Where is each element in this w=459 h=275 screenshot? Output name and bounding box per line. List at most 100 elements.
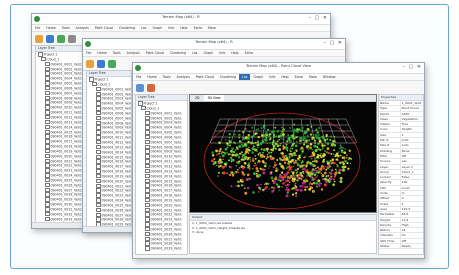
menu-item[interactable]: Analysis: [124, 50, 143, 56]
checkbox-icon[interactable]: [45, 216, 50, 222]
menu-item[interactable]: Window: [320, 74, 339, 80]
checkbox-icon[interactable]: [145, 207, 150, 213]
checkbox-icon[interactable]: [45, 192, 50, 197]
checkbox-icon[interactable]: [145, 178, 150, 183]
window-controls[interactable]: – ▢ ✕: [402, 64, 422, 71]
checkbox-icon[interactable]: [96, 96, 101, 101]
checkbox-icon[interactable]: [45, 148, 50, 154]
checkbox-icon[interactable]: [45, 90, 50, 96]
checkbox-icon[interactable]: [145, 202, 150, 208]
checkbox-icon[interactable]: [89, 77, 94, 82]
checkbox-icon[interactable]: [145, 154, 150, 159]
checkbox-icon[interactable]: [96, 173, 101, 179]
checkbox-icon[interactable]: [45, 66, 50, 72]
checkbox-icon[interactable]: [96, 169, 101, 174]
checkbox-icon[interactable]: [96, 125, 101, 130]
menu-item[interactable]: Analysis: [73, 25, 92, 31]
menu-item[interactable]: Point Cloud: [193, 74, 217, 80]
checkbox-icon[interactable]: [145, 134, 150, 140]
checkbox-icon[interactable]: [145, 115, 150, 121]
checkbox-icon[interactable]: [145, 236, 150, 242]
checkbox-icon[interactable]: [145, 163, 150, 169]
checkbox-icon[interactable]: [45, 110, 50, 115]
menu-item[interactable]: Point Cloud: [143, 50, 167, 56]
checkbox-icon[interactable]: [96, 198, 101, 203]
menu-item[interactable]: Info: [216, 50, 228, 56]
menu-item[interactable]: File: [83, 50, 94, 56]
checkbox-icon[interactable]: [96, 120, 101, 126]
checkbox-icon[interactable]: [96, 193, 101, 198]
checkbox-icon[interactable]: [145, 125, 150, 130]
save-icon[interactable]: [97, 59, 105, 68]
menu-item[interactable]: Info: [266, 74, 278, 80]
checkbox-icon[interactable]: [96, 212, 101, 218]
checkbox-icon[interactable]: [45, 177, 50, 183]
checkbox-icon[interactable]: [145, 188, 150, 193]
menu-item[interactable]: Help: [177, 25, 190, 31]
checkbox-icon[interactable]: [96, 135, 101, 140]
checkbox-icon[interactable]: [96, 183, 101, 189]
checkbox-icon[interactable]: [45, 105, 50, 110]
checkbox-icon[interactable]: [45, 211, 50, 217]
checkbox-icon[interactable]: [96, 130, 101, 135]
checkbox-icon[interactable]: [96, 217, 101, 222]
checkbox-icon[interactable]: [45, 182, 50, 188]
checkbox-icon[interactable]: [145, 197, 150, 203]
checkbox-icon[interactable]: [145, 149, 150, 154]
menu-item[interactable]: Tools: [160, 74, 174, 80]
checkbox-icon[interactable]: [96, 188, 101, 193]
checkbox-icon[interactable]: [145, 159, 150, 164]
layer-icon[interactable]: [108, 59, 116, 68]
menu-item[interactable]: Info: [165, 25, 177, 31]
window-controls[interactable]: – ▢ ✕: [308, 15, 328, 22]
checkbox-icon[interactable]: [145, 222, 150, 227]
menu-item[interactable]: File: [32, 25, 43, 31]
menu-item[interactable]: Graph: [250, 74, 266, 80]
checkbox-icon[interactable]: [45, 124, 50, 130]
checkbox-icon[interactable]: [145, 231, 150, 237]
open-icon[interactable]: [35, 34, 43, 43]
menu-item[interactable]: Point Cloud: [92, 25, 116, 31]
checkbox-icon[interactable]: [96, 154, 101, 159]
checkbox-icon[interactable]: [45, 129, 50, 134]
checkbox-icon[interactable]: [45, 100, 50, 105]
checkbox-icon[interactable]: [145, 139, 150, 145]
menu-item[interactable]: Clustering: [217, 74, 239, 80]
checkbox-icon[interactable]: [38, 52, 43, 57]
point-cloud-canvas[interactable]: [190, 101, 376, 212]
checkbox-icon[interactable]: [45, 163, 50, 168]
menu-item[interactable]: Tools: [59, 25, 73, 31]
tree-item[interactable]: 090401_0029_Veh1: [136, 246, 187, 251]
menu-item[interactable]: Extra: [292, 74, 306, 80]
checkbox-icon[interactable]: [145, 168, 150, 174]
checkbox-icon[interactable]: [96, 101, 101, 106]
checkbox-icon[interactable]: [96, 178, 101, 184]
menu-item[interactable]: Tools: [110, 50, 124, 56]
checkbox-icon[interactable]: [45, 153, 50, 159]
checkbox-icon[interactable]: [96, 144, 101, 150]
checkbox-icon[interactable]: [138, 101, 143, 106]
checkbox-icon[interactable]: [145, 217, 150, 222]
menu-item[interactable]: Home: [144, 74, 159, 80]
save-icon[interactable]: [46, 34, 54, 43]
checkbox-icon[interactable]: [45, 207, 50, 212]
property-row[interactable]: Status Ready: [379, 244, 423, 250]
checkbox-icon[interactable]: [92, 81, 97, 87]
checkbox-icon[interactable]: [145, 130, 150, 135]
checkbox-icon[interactable]: [145, 241, 150, 246]
checkbox-icon[interactable]: [141, 105, 146, 111]
checkbox-icon[interactable]: [45, 76, 50, 81]
checkbox-icon[interactable]: [45, 144, 50, 149]
checkbox-icon[interactable]: [145, 193, 150, 198]
checkbox-icon[interactable]: [45, 85, 50, 91]
menu-item[interactable]: Graph: [200, 50, 216, 56]
settings-icon[interactable]: [68, 34, 76, 43]
checkbox-icon[interactable]: [145, 144, 150, 150]
checkbox-icon[interactable]: [96, 164, 101, 169]
menu-item[interactable]: Help: [228, 50, 241, 56]
checkbox-icon[interactable]: [96, 202, 101, 208]
filter-icon[interactable]: [147, 83, 155, 92]
menu-item[interactable]: More: [306, 74, 320, 80]
checkbox-icon[interactable]: [96, 149, 101, 155]
checkbox-icon[interactable]: [45, 95, 50, 101]
